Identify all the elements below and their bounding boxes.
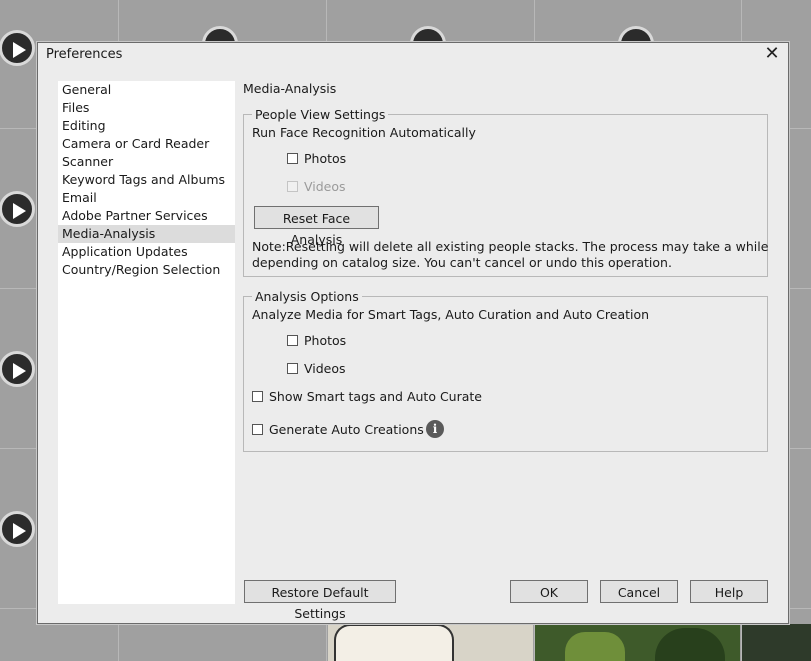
group-legend: Analysis Options bbox=[252, 289, 362, 304]
nav-item-general[interactable]: General bbox=[58, 81, 235, 99]
analysis-videos-label: Videos bbox=[304, 361, 346, 376]
nav-item-email[interactable]: Email bbox=[58, 189, 235, 207]
face-photos-label: Photos bbox=[304, 151, 347, 166]
reset-face-analysis-button[interactable]: Reset Face Analysis bbox=[254, 206, 379, 247]
nav-item-keyword-tags-albums[interactable]: Keyword Tags and Albums bbox=[58, 171, 235, 189]
help-button[interactable]: Help bbox=[690, 580, 768, 603]
run-face-recognition-label: Run Face Recognition Automatically bbox=[252, 125, 476, 140]
face-videos-checkbox bbox=[287, 181, 298, 192]
analyze-media-label: Analyze Media for Smart Tags, Auto Curat… bbox=[252, 307, 650, 322]
close-icon[interactable]: ✕ bbox=[762, 44, 782, 64]
title-bar: Preferences ✕ bbox=[38, 43, 788, 67]
photo-thumbnail[interactable] bbox=[328, 624, 533, 661]
dialog-title: Preferences bbox=[46, 47, 123, 62]
face-photos-checkbox[interactable] bbox=[287, 153, 298, 164]
analysis-photos-checkbox[interactable] bbox=[287, 335, 298, 346]
group-legend: People View Settings bbox=[252, 107, 389, 122]
analysis-videos-checkbox[interactable] bbox=[287, 363, 298, 374]
play-icon[interactable] bbox=[0, 351, 35, 387]
preferences-dialog: Preferences ✕ General Files Editing Came… bbox=[37, 42, 789, 624]
photo-thumbnail[interactable] bbox=[742, 624, 811, 661]
nav-item-camera-card-reader[interactable]: Camera or Card Reader bbox=[58, 135, 235, 153]
face-photos-option[interactable]: Photos bbox=[287, 151, 346, 166]
play-icon[interactable] bbox=[0, 191, 35, 227]
face-videos-label: Videos bbox=[304, 179, 346, 194]
smart-tags-label: Show Smart tags and Auto Curate bbox=[269, 389, 482, 404]
reset-note-line-2: depending on catalog size. You can't can… bbox=[252, 255, 672, 270]
nav-item-media-analysis[interactable]: Media-Analysis bbox=[58, 225, 235, 243]
analysis-photos-label: Photos bbox=[304, 333, 347, 348]
section-title: Media-Analysis bbox=[243, 81, 337, 96]
nav-item-application-updates[interactable]: Application Updates bbox=[58, 243, 235, 261]
nav-item-adobe-partner-services[interactable]: Adobe Partner Services bbox=[58, 207, 235, 225]
nav-item-scanner[interactable]: Scanner bbox=[58, 153, 235, 171]
analysis-photos-option[interactable]: Photos bbox=[287, 333, 346, 348]
nav-item-files[interactable]: Files bbox=[58, 99, 235, 117]
analysis-options-group: Analysis Options Analyze Media for Smart… bbox=[243, 289, 768, 452]
play-icon[interactable] bbox=[0, 511, 35, 547]
ok-button[interactable]: OK bbox=[510, 580, 588, 603]
info-icon[interactable]: i bbox=[426, 420, 444, 438]
restore-default-settings-button[interactable]: Restore Default Settings bbox=[244, 580, 396, 621]
play-icon[interactable] bbox=[0, 30, 35, 66]
preferences-nav-list: General Files Editing Camera or Card Rea… bbox=[58, 81, 235, 604]
auto-creations-option[interactable]: Generate Auto Creations bbox=[252, 422, 424, 437]
analysis-videos-option[interactable]: Videos bbox=[287, 361, 346, 376]
auto-creations-label: Generate Auto Creations bbox=[269, 422, 424, 437]
people-view-settings-group: People View Settings Run Face Recognitio… bbox=[243, 107, 769, 277]
auto-creations-checkbox[interactable] bbox=[252, 424, 263, 435]
reset-note-line-1: Note:Resetting will delete all existing … bbox=[252, 239, 769, 254]
photo-thumbnail[interactable] bbox=[535, 624, 740, 661]
nav-item-country-region[interactable]: Country/Region Selection bbox=[58, 261, 235, 279]
smart-tags-checkbox[interactable] bbox=[252, 391, 263, 402]
cancel-button[interactable]: Cancel bbox=[600, 580, 678, 603]
face-videos-option: Videos bbox=[287, 179, 346, 194]
nav-item-editing[interactable]: Editing bbox=[58, 117, 235, 135]
smart-tags-option[interactable]: Show Smart tags and Auto Curate bbox=[252, 389, 482, 404]
